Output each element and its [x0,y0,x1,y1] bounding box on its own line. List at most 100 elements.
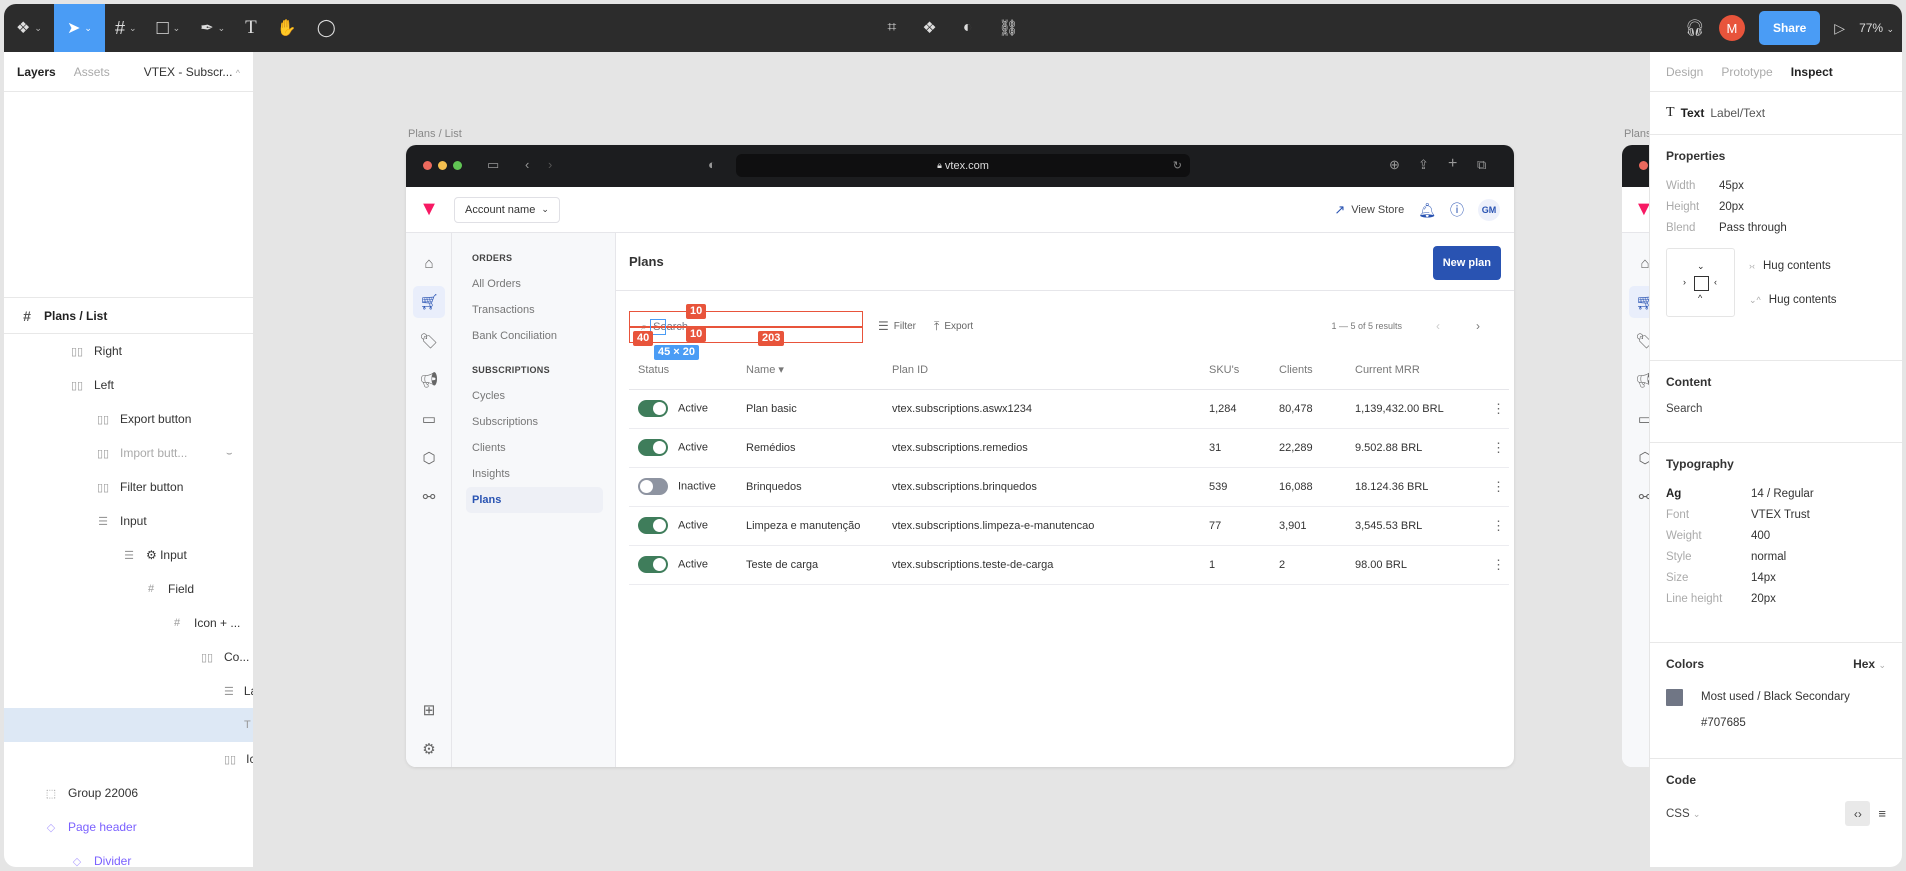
column-header-name[interactable]: Name ▾ [737,351,883,390]
table-row[interactable]: Active Teste de carga vtex.subscriptions.t… [629,545,1509,585]
row-menu-button[interactable]: ⋮ [1479,389,1509,429]
bell-icon[interactable]: 🔔︎ [1418,202,1436,219]
column-header-current-mrr[interactable]: Current MRR [1346,351,1479,390]
status-toggle[interactable] [638,478,668,495]
pen-tool-button[interactable]: ✒ ⌄ [190,4,235,52]
font-value[interactable]: VTEX Trust [1751,509,1810,521]
subnav-item-plans[interactable]: Plans [466,487,603,513]
zoom-dropdown[interactable]: 77% ⌄ [1859,21,1894,35]
layer-frame-plans-list[interactable]: # Plans / List [4,298,253,334]
tab-design[interactable]: Design [1666,65,1703,79]
blend-value[interactable]: Pass through [1719,222,1787,234]
subnav-item-cycles[interactable]: Cycles [452,383,603,409]
mask-button[interactable]: ◐ [953,4,983,52]
layer-item[interactable]: ▯▯ Co... [4,640,253,674]
layer-item[interactable]: ▯▯ Left [4,368,253,402]
subnav-item-clients[interactable]: Clients [452,435,603,461]
table-row[interactable]: Active Plan basic vtex.subscriptions.aswx1… [629,389,1509,429]
layer-item[interactable]: ⬚ Group 22006 [4,776,253,810]
hidden-eye-icon[interactable]: ⌣ [226,448,233,459]
apps-icon[interactable]: ⊞ [413,694,445,726]
status-toggle[interactable] [638,556,668,573]
next-page-button[interactable]: › [1458,319,1498,333]
layer-item[interactable]: ▯▯ Filter button [4,470,253,504]
subnav-item-bank-conciliation[interactable]: Bank Conciliation [452,323,603,349]
layer-item[interactable]: ◇ Divider [4,844,253,867]
status-toggle[interactable] [638,400,668,417]
subnav-item-all-orders[interactable]: All Orders [452,271,603,297]
frame-tool-button[interactable]: # ⌄ [105,4,147,52]
column-header-clients[interactable]: Clients [1270,351,1346,390]
line-height-value[interactable]: 20px [1751,593,1776,605]
table-row[interactable]: Inactive Brinquedos vtex.subscriptions.bri… [629,467,1509,507]
tab-prototype[interactable]: Prototype [1721,65,1772,79]
view-store-link[interactable]: ↗ View Store [1334,202,1404,218]
row-menu-button[interactable]: ⋮ [1479,428,1509,468]
page-selector[interactable]: VTEX - Subscr... ^ [144,65,240,79]
filter-button[interactable]: ☰ Filter [878,319,916,333]
size-value[interactable]: 14px [1751,572,1776,584]
present-icon[interactable]: ▷ [1834,20,1845,37]
layer-item[interactable]: ☰ Input [4,504,253,538]
share-button[interactable]: Share [1758,11,1821,45]
comment-tool-button[interactable]: ◯ [307,4,346,52]
column-header-plan-id[interactable]: Plan ID [883,351,1200,390]
color-item[interactable]: Most used / Black Secondary #707685 [1666,689,1886,736]
weight-value[interactable]: 400 [1751,530,1770,542]
width-value[interactable]: 45px [1719,180,1744,192]
components-button[interactable]: ❖ [912,4,946,52]
move-tool-button[interactable]: ➤ ⌄ [54,4,105,52]
layer-item[interactable]: ☰ La [4,674,253,708]
text-tool-button[interactable]: T [235,4,267,52]
new-plan-button[interactable]: New plan [1432,246,1501,280]
tab-inspect[interactable]: Inspect [1791,65,1833,79]
package-icon[interactable]: ⬡ [413,442,445,474]
cart-icon[interactable]: 🛒︎ [413,286,445,318]
link-button[interactable]: ⛓ [988,4,1028,52]
prev-page-button[interactable]: ‹ [1418,319,1458,333]
subnav-item-subscriptions[interactable]: Subscriptions [452,409,603,435]
account-dropdown[interactable]: Account name ⌄ [454,196,560,223]
height-value[interactable]: 20px [1719,201,1744,213]
help-icon[interactable]: ⓘ [1450,200,1464,220]
storefront-icon[interactable]: ▭ [413,403,445,435]
status-toggle[interactable] [638,439,668,456]
layer-item[interactable]: ▯▯ Right [4,334,253,368]
row-menu-button[interactable]: ⋮ [1479,506,1509,546]
tab-layers[interactable]: Layers [17,65,56,79]
table-row[interactable]: Active Limpeza e manutenção vtex.subscript… [629,506,1509,546]
megaphone-icon[interactable]: 📢︎ [413,364,445,396]
layer-item[interactable]: ◇ Page header [4,810,253,844]
export-button[interactable]: ⤒ Export [934,319,973,334]
settings-icon[interactable]: ⚙ [413,733,445,765]
layer-item[interactable]: ☰ ⚙ Input [4,538,253,572]
home-icon[interactable]: ⌂ [413,247,445,279]
main-menu-button[interactable]: ❖ ⌄ [4,4,54,52]
layer-item[interactable]: # Icon + ... [4,606,253,640]
layer-item[interactable]: ▯▯ Ic [4,742,253,776]
code-language-dropdown[interactable]: CSS ⌄ [1666,808,1700,820]
layer-item[interactable]: ▯▯ Export button [4,402,253,436]
color-hex[interactable]: #707685 [1701,710,1850,736]
frame-label[interactable]: Plans / List [408,128,462,140]
layer-item[interactable]: # Field [4,572,253,606]
row-menu-button[interactable]: ⋮ [1479,467,1509,507]
shape-tool-button[interactable]: □ ⌄ [147,4,191,52]
color-format-dropdown[interactable]: Hex ⌄ [1853,657,1886,671]
integrations-icon[interactable]: ⚯ [413,481,445,513]
user-avatar[interactable]: GM [1478,199,1500,221]
user-avatar[interactable]: M [1718,15,1745,41]
style-value[interactable]: normal [1751,551,1786,563]
subnav-item-transactions[interactable]: Transactions [452,297,603,323]
content-value[interactable]: Search [1666,403,1886,415]
column-header-status[interactable]: Status [629,351,737,390]
layer-item[interactable]: ▯▯ Import butt... ⌣ [4,436,253,470]
edit-object-button[interactable]: ⌗ [877,4,906,52]
list-view-button[interactable]: ≡ [1878,806,1886,821]
code-view-button[interactable]: ‹› [1845,801,1871,826]
frame-label-2[interactable]: Plans [1624,128,1649,140]
text-style-value[interactable]: 14 / Regular [1751,488,1814,500]
tab-assets[interactable]: Assets [74,65,110,79]
tag-icon[interactable]: 🏷︎ [413,325,445,357]
column-header-skus[interactable]: SKU's [1200,351,1270,390]
